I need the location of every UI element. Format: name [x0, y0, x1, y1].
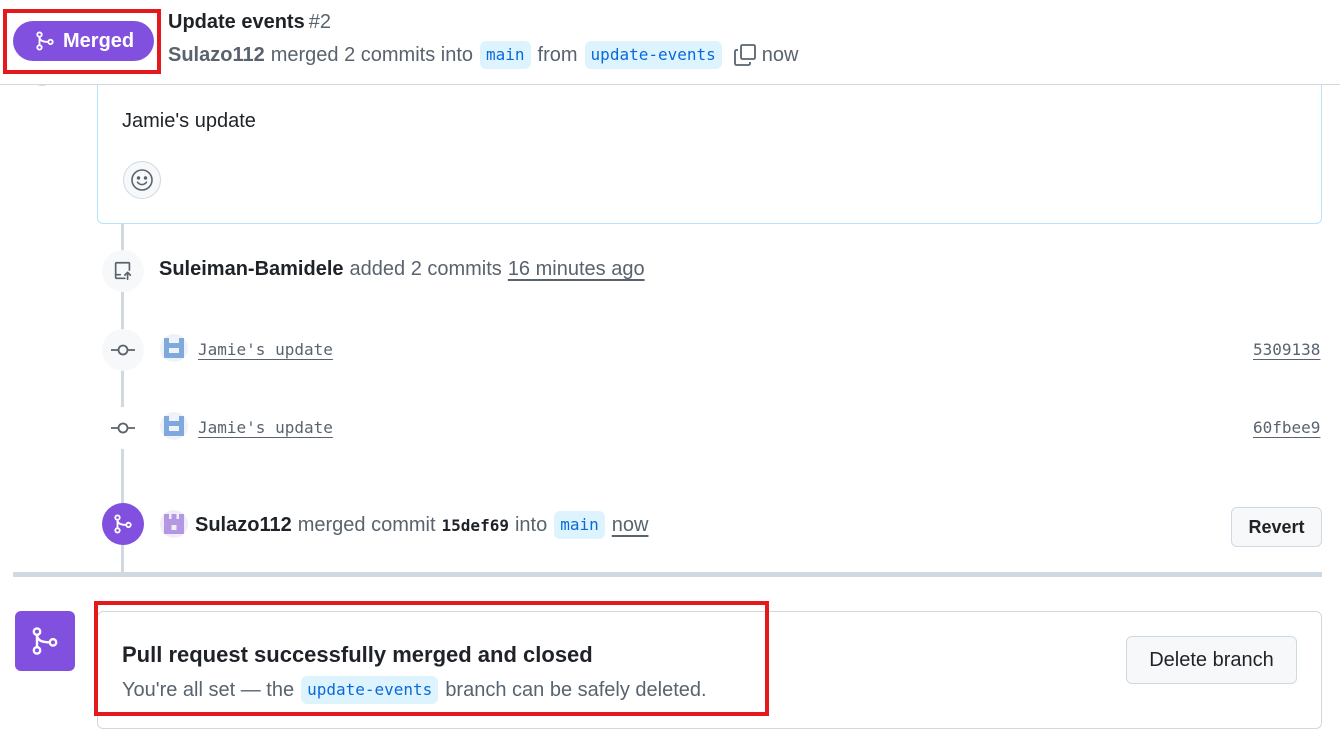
commit-sha[interactable]: 60fbee9: [1253, 418, 1320, 437]
git-merge-icon: [114, 514, 132, 534]
comment-body: Jamie's update: [122, 110, 256, 132]
pr-author[interactable]: Sulazo112: [168, 44, 265, 67]
identicon-blue-icon: [160, 412, 188, 440]
identicon-purple-icon: [160, 510, 188, 538]
push-event-badge: [102, 250, 144, 292]
timeline-divider: [13, 572, 1322, 577]
smiley-icon: [131, 169, 153, 191]
merge-event-badge: [102, 503, 144, 545]
comment-box: [97, 70, 1322, 224]
base-branch-chip[interactable]: main: [554, 511, 605, 539]
pr-title: Update events #2: [168, 11, 331, 34]
merge-into-text: into: [514, 513, 548, 536]
commit-sha[interactable]: 5309138: [1253, 340, 1320, 359]
commit-author-avatar[interactable]: [160, 334, 188, 362]
pr-meta: Sulazo112 merged 2 commits into main fro…: [168, 41, 798, 69]
commit-message[interactable]: Jamie's update: [198, 340, 333, 359]
push-event-action: added 2 commits: [349, 258, 502, 280]
add-reaction-button[interactable]: [123, 161, 161, 199]
sticky-pr-header: Merged Update events #2 Sulazo112 merged …: [0, 0, 1340, 85]
commit-author-avatar[interactable]: [160, 412, 188, 440]
merge-event-action: merged commit: [297, 513, 436, 536]
push-event-text: Suleiman-Bamidele added 2 commits 16 min…: [159, 258, 645, 281]
merge-status-icon-box: [15, 611, 75, 671]
base-branch-chip[interactable]: main: [480, 41, 531, 69]
pr-merged-text: merged 2 commits into: [270, 43, 474, 66]
push-event-time[interactable]: 16 minutes ago: [508, 258, 645, 281]
identicon-blue-icon: [160, 334, 188, 362]
push-event-actor[interactable]: Suleiman-Bamidele: [159, 258, 344, 281]
delete-branch-button[interactable]: Delete branch: [1126, 636, 1297, 684]
git-commit-icon: [111, 422, 135, 434]
head-branch-chip[interactable]: update-events: [584, 41, 722, 69]
git-commit-icon: [111, 344, 135, 356]
commit-badge: [102, 329, 144, 371]
pr-title-text[interactable]: Update events: [168, 11, 305, 33]
pr-time: now: [761, 43, 799, 66]
pr-number: #2: [308, 11, 331, 33]
merge-actor-avatar[interactable]: [160, 510, 188, 538]
pr-from-text: from: [537, 43, 578, 66]
highlight-box: [94, 601, 769, 716]
git-merge-icon: [32, 627, 58, 655]
merge-commit-sha[interactable]: 15def69: [442, 516, 509, 535]
highlight-box: [3, 9, 161, 74]
merge-event-text: Sulazo112 merged commit 15def69 into mai…: [195, 511, 648, 539]
commit-badge: [102, 407, 144, 449]
repo-push-icon: [114, 261, 132, 281]
copy-icon[interactable]: [733, 43, 757, 67]
commit-message[interactable]: Jamie's update: [198, 418, 333, 437]
revert-button[interactable]: Revert: [1231, 507, 1322, 547]
merge-event-time[interactable]: now: [612, 514, 649, 537]
merge-event-actor[interactable]: Sulazo112: [195, 514, 292, 537]
